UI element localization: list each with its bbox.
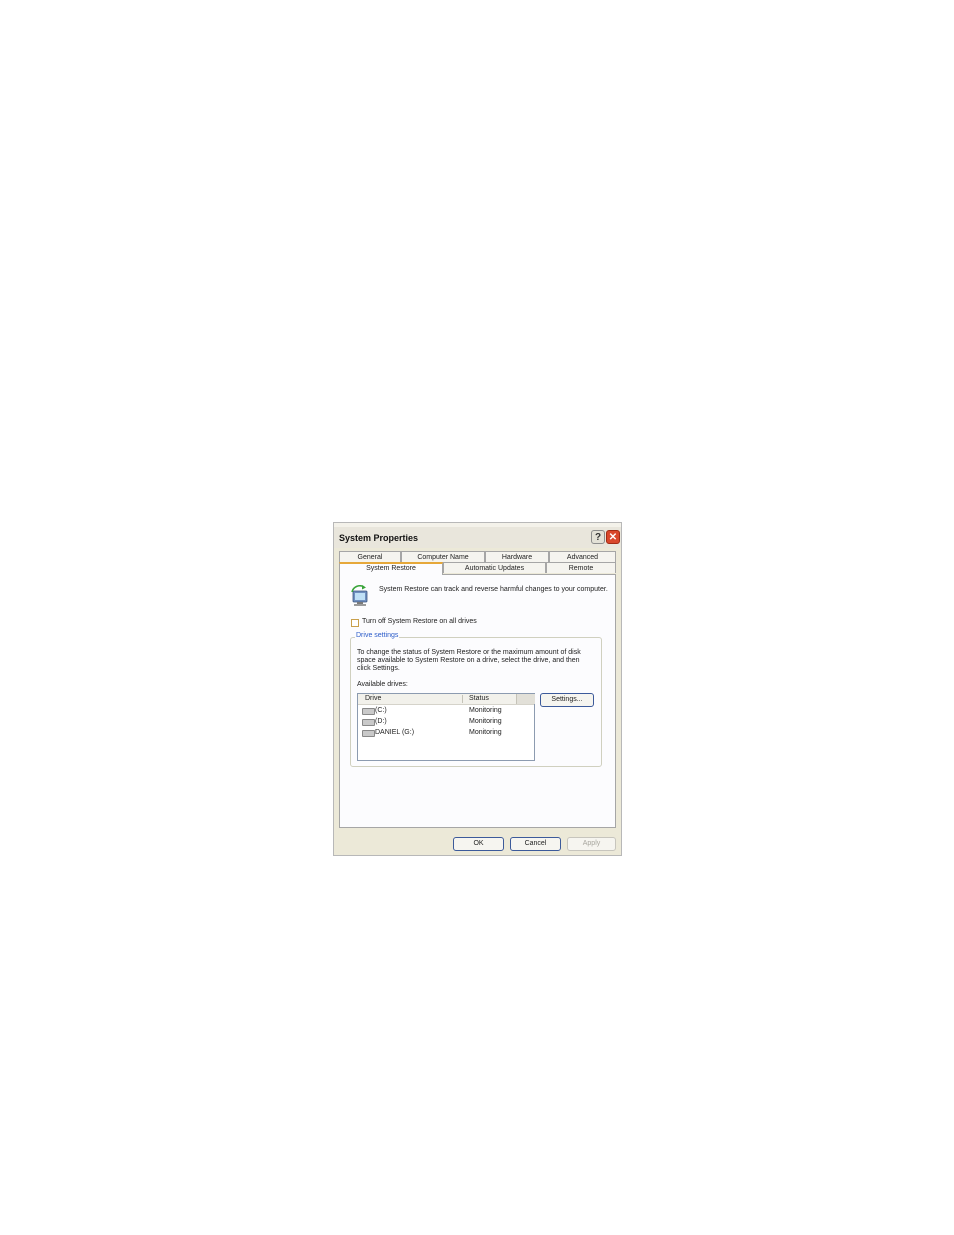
close-button[interactable]: ✕ [606,530,620,544]
help-button[interactable]: ? [591,530,605,544]
hard-drive-icon [362,730,375,737]
column-header-filler [516,694,535,704]
turn-off-restore-label[interactable]: Turn off System Restore on all drives [362,618,477,625]
window-title: System Properties [339,533,419,543]
drive-status: Monitoring [469,729,502,736]
tab-advanced[interactable]: Advanced [549,551,616,562]
drive-name: (D:) [375,718,387,725]
drive-status: Monitoring [469,718,502,725]
help-icon: ? [594,532,602,543]
tab-computer-name[interactable]: Computer Name [401,551,485,562]
tab-system-restore[interactable]: System Restore [339,562,443,575]
tab-remote[interactable]: Remote [546,562,616,573]
table-row[interactable]: (C:) Monitoring [358,706,534,717]
cancel-button[interactable]: Cancel [510,837,561,851]
table-row[interactable]: (D:) Monitoring [358,717,534,728]
column-separator [462,695,463,703]
drive-status: Monitoring [469,707,502,714]
drive-settings-description: To change the status of System Restore o… [357,649,581,672]
turn-off-restore-checkbox[interactable] [351,619,359,627]
title-bar[interactable]: System Properties ? ✕ [334,527,621,548]
column-header-drive[interactable]: Drive [365,695,381,702]
ok-button[interactable]: OK [453,837,504,851]
tab-hardware[interactable]: Hardware [485,551,549,562]
drives-list[interactable]: Drive Status (C:) Monitoring (D:) Monito… [357,693,535,761]
column-header-status[interactable]: Status [469,695,489,702]
hard-drive-icon [362,708,375,715]
close-icon: ✕ [608,532,618,543]
drive-settings-group: Drive settings To change the status of S… [350,632,602,767]
restore-intro-text: System Restore can track and reverse har… [379,586,608,593]
system-properties-window: System Properties ? ✕ General Computer N… [333,522,622,856]
hard-drive-icon [362,719,375,726]
settings-button[interactable]: Settings... [540,693,594,707]
available-drives-label: Available drives: [357,681,408,688]
tab-automatic-updates[interactable]: Automatic Updates [443,562,546,573]
drive-name: (C:) [375,707,387,714]
drives-list-header: Drive Status [358,694,535,705]
tab-general[interactable]: General [339,551,401,562]
drive-name: DANIEL (G:) [375,729,415,736]
apply-button[interactable]: Apply [567,837,616,851]
table-row[interactable]: DANIEL (G:) Monitoring [358,728,534,739]
system-restore-icon [351,585,368,606]
drive-settings-legend: Drive settings [355,632,400,639]
system-restore-panel: System Restore can track and reverse har… [339,574,616,828]
